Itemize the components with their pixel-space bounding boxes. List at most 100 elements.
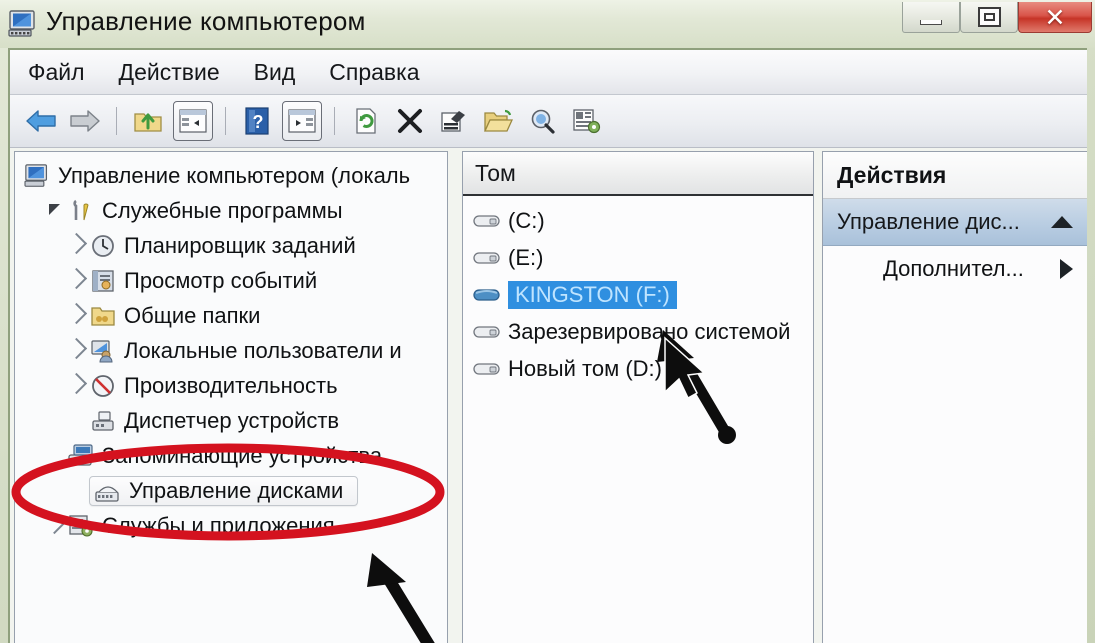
search-icon[interactable] [523,102,561,140]
toolbar-separator [116,107,117,135]
volume-list-pane[interactable]: Том (C:) (E:) KINGSTON (F:) Зарезервиров… [462,151,814,643]
volume-label: (E:) [508,244,544,270]
show-tree-pane-icon[interactable] [173,101,213,141]
tree-item-label: Просмотр событий [124,267,318,293]
drive-icon [473,319,501,345]
performance-icon [89,373,117,399]
menu-item-file[interactable]: Файл [28,59,85,86]
clock-icon [89,233,117,259]
event-log-icon [89,268,117,294]
title-bar: Управление компьютером ✕ [0,0,1095,48]
close-button[interactable]: ✕ [1018,2,1092,33]
tree-item-performance[interactable]: Производительность [15,368,447,403]
actions-header-label: Действия [837,161,947,188]
open-folder-icon[interactable] [479,102,517,140]
twisty-collapsed-icon[interactable] [41,512,67,536]
tools-icon [67,198,95,224]
delete-icon[interactable] [391,102,429,140]
volume-label: KINGSTON (F:) [508,280,677,309]
tree-item-label: Управление дисками [129,477,344,503]
disk-management-icon [94,478,122,504]
tree-item-shared-folders[interactable]: Общие папки [15,298,447,333]
action-group-disk-management[interactable]: Управление дис... [823,199,1087,246]
refresh-icon[interactable] [347,102,385,140]
column-header-volume[interactable]: Том [463,152,813,196]
chevron-right-icon[interactable] [1060,259,1073,279]
tree-item-label: Службы и приложения [102,512,335,538]
settings-icon[interactable] [567,102,605,140]
menu-item-help[interactable]: Справка [329,59,419,86]
volume-row-selected[interactable]: KINGSTON (F:) [463,276,813,313]
tree-item-label: Служебные программы [102,197,343,223]
help-icon[interactable]: ? [238,102,276,140]
tree-item-device-manager[interactable]: Диспетчер устройств [15,403,447,438]
actions-pane[interactable]: Действия Управление дис... Дополнител... [822,151,1087,643]
drive-icon [473,356,501,382]
tree-item-label: Планировщик заданий [124,232,356,258]
tree-item-label: Локальные пользователи и [124,337,402,363]
volume-row[interactable]: (E:) [463,239,813,276]
twisty-collapsed-icon[interactable] [63,232,89,256]
tree-item-local-users[interactable]: Локальные пользователи и [15,333,447,368]
toolbar: ? [10,95,1087,148]
volume-label: (C:) [508,207,545,233]
volume-row[interactable]: (C:) [463,202,813,239]
menu-item-view[interactable]: Вид [254,59,296,86]
chevron-up-icon[interactable] [1051,216,1073,228]
twisty-collapsed-icon[interactable] [63,267,89,291]
tree-item-selection-box[interactable]: Управление дисками [89,475,359,506]
window-title: Управление компьютером [46,6,366,36]
drive-icon [473,208,501,234]
tree-item-disk-management[interactable]: Управление дисками [15,473,447,508]
volume-row[interactable]: Новый том (D:) [463,350,813,387]
tree-item-services-and-applications[interactable]: Службы и приложения [15,508,447,543]
tree-item-task-scheduler[interactable]: Планировщик заданий [15,228,447,263]
action-item-more[interactable]: Дополнител... [823,246,1087,292]
computer-icon [23,163,51,189]
window-controls: ✕ [902,2,1092,38]
properties-icon[interactable] [435,102,473,140]
menu-item-action[interactable]: Действие [119,59,220,86]
tree-item-label: Запоминающие устройства [102,442,383,468]
toolbar-separator [225,107,226,135]
column-header-label: Том [475,159,516,186]
tree-item-label: Управление компьютером (локаль [58,162,411,188]
twisty-expanded-icon[interactable] [41,202,67,220]
twisty-collapsed-icon[interactable] [63,372,89,396]
device-manager-icon [89,408,117,434]
tree-item-storage[interactable]: Запоминающие устройства [15,438,447,473]
tree-item-label: Производительность [124,372,338,398]
storage-icon [67,443,95,469]
svg-text:?: ? [253,112,264,132]
tree-item-system-tools[interactable]: Служебные программы [15,193,447,228]
shared-folder-icon [89,303,117,329]
twisty-collapsed-icon[interactable] [63,337,89,361]
toolbar-separator [334,107,335,135]
maximize-icon [977,7,1001,27]
drive-icon [473,245,501,271]
action-group-label: Управление дис... [837,209,1020,234]
action-item-label: Дополнител... [883,256,1024,281]
actions-pane-header: Действия [823,152,1087,199]
computer-management-window: Управление компьютером ✕ Файл Действие В… [0,0,1095,643]
minimize-icon [920,19,942,25]
services-icon [67,513,95,539]
minimize-button[interactable] [902,2,960,33]
console-tree-pane[interactable]: Управление компьютером (локаль Служебные… [14,151,448,643]
maximize-button[interactable] [960,2,1018,33]
show-action-pane-icon[interactable] [282,101,322,141]
removable-drive-icon [473,282,501,308]
volume-label: Новый том (D:) [508,355,662,381]
tree-item-event-viewer[interactable]: Просмотр событий [15,263,447,298]
back-arrow-icon[interactable] [22,102,60,140]
computer-icon [8,10,38,38]
close-icon: ✕ [1044,2,1066,32]
menu-bar: Файл Действие Вид Справка [10,50,1087,95]
up-folder-icon[interactable] [129,102,167,140]
users-icon [89,338,117,364]
tree-item-computer-management[interactable]: Управление компьютером (локаль [15,158,447,193]
twisty-collapsed-icon[interactable] [63,302,89,326]
forward-arrow-icon[interactable] [66,102,104,140]
tree-item-label: Общие папки [124,302,261,328]
volume-row[interactable]: Зарезервировано системой [463,313,813,350]
